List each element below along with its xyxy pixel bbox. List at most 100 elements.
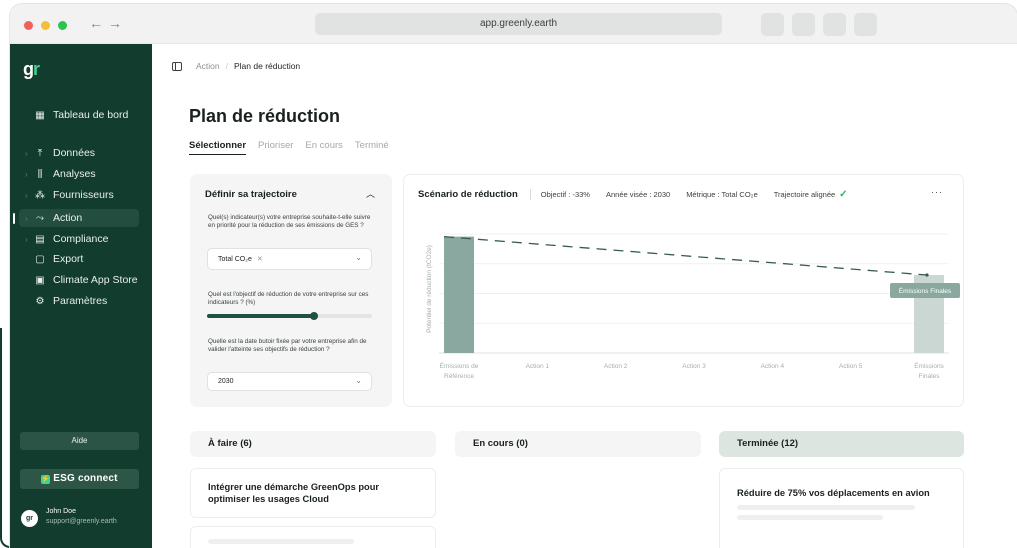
sidebar-toggle-icon[interactable] — [172, 61, 182, 71]
sidebar-item-fournisseurs[interactable]: › ⁂ Fournisseurs — [19, 186, 139, 204]
toolbar-button[interactable] — [761, 13, 784, 36]
x-tick-label: Émissions Finales — [914, 361, 944, 380]
toolbar-button[interactable] — [854, 13, 877, 36]
store-icon: ▣ — [35, 274, 45, 286]
chevron-down-icon: ⌄ — [355, 253, 362, 262]
sidebar-item-export[interactable]: ▢ Export — [19, 250, 139, 268]
action-card-placeholder[interactable] — [190, 526, 436, 548]
sidebar-item-label: Action — [53, 212, 83, 224]
indicator-select[interactable]: Total CO₂e ✕ ⌄ — [207, 248, 372, 270]
scenario-card: Scénario de réduction Objectif : -33% An… — [403, 174, 964, 407]
skeleton-line — [737, 505, 915, 510]
breadcrumb-separator: / — [225, 61, 228, 71]
scenario-objective: Objectif : -33% — [540, 190, 590, 199]
document-icon: ▤ — [35, 233, 45, 245]
sidebar-item-dashboard[interactable]: ▦ Tableau de bord — [19, 106, 139, 124]
minimize-dot-icon[interactable] — [41, 21, 50, 30]
tab-prioriser[interactable]: Prioriser — [258, 140, 293, 155]
slider-fill — [207, 314, 315, 318]
breadcrumb-parent[interactable]: Action — [196, 61, 220, 71]
trajectory-label: Trajectoire alignée — [773, 190, 836, 199]
logo[interactable]: gr — [23, 59, 40, 80]
avatar[interactable]: gr — [21, 510, 38, 527]
active-indicator — [13, 213, 15, 224]
sidebar-item-compliance[interactable]: › ▤ Compliance — [19, 230, 139, 248]
x-tick-label: Action 2 — [604, 363, 628, 370]
indicator-chip: Total CO₂e — [218, 256, 252, 263]
tab-termine[interactable]: Terminé — [355, 140, 389, 155]
chevron-right-icon: › — [25, 169, 28, 179]
breadcrumb: Action / Plan de réduction — [172, 61, 300, 71]
upload-icon: ⤒ — [37, 147, 43, 159]
tab-en-cours[interactable]: En cours — [305, 140, 343, 155]
objective-slider[interactable] — [207, 312, 372, 320]
tab-bar: Sélectionner Prioriser En cours Terminé — [189, 140, 389, 155]
reduction-chart: Potentiel de réduction (tCO2e) Émissions … — [426, 233, 960, 380]
esg-connect-button[interactable]: ⚡ ESG connect — [20, 469, 139, 489]
page-title: Plan de réduction — [189, 106, 341, 126]
chevron-down-icon: ⌄ — [355, 376, 362, 385]
browser-toolbar: ←→ app.greenly.earth — [10, 4, 1017, 44]
chevron-right-icon: › — [25, 213, 28, 223]
x-tick-label: Action 4 — [761, 363, 785, 370]
more-options-icon[interactable]: ··· — [931, 187, 943, 197]
help-button[interactable]: Aide — [20, 432, 139, 450]
maximize-dot-icon[interactable] — [58, 21, 67, 30]
column-todo-header[interactable]: À faire (6) — [190, 431, 436, 457]
action-card[interactable]: Intégrer une démarche GreenOps pour opti… — [190, 468, 436, 518]
skeleton-line — [737, 515, 883, 520]
scenario-title: Scénario de réduction — [418, 189, 518, 200]
slider-handle[interactable] — [310, 312, 319, 320]
toolbar-button[interactable] — [792, 13, 815, 36]
sidebar-item-label: Tableau de bord — [53, 109, 129, 121]
question-deadline: Quelle est la date butoir fixée par votr… — [208, 338, 367, 354]
user-email: support@greenly.earth — [46, 518, 117, 525]
annotation-label: Émissions Finales — [899, 286, 952, 295]
sidebar-item-label: Export — [53, 253, 84, 265]
x-tick-label: Action 5 — [839, 363, 863, 370]
scenario-header: Scénario de réduction Objectif : -33% An… — [418, 189, 848, 200]
done-action-card[interactable]: Réduire de 75% vos déplacements en avion — [719, 468, 964, 548]
back-forward-icon[interactable]: ←→ — [89, 15, 127, 31]
divider — [529, 189, 531, 200]
sidebar-item-action[interactable]: › ⤳ Action — [19, 209, 139, 227]
gear-icon: ⚙ — [35, 295, 45, 307]
bolt-icon: ⚡ — [41, 475, 51, 484]
chevron-right-icon: › — [25, 234, 28, 244]
question-objective: Quel est l'objectif de réduction de votr… — [208, 291, 369, 307]
sidebar-item-analyses[interactable]: › ⫼ Analyses — [19, 165, 139, 183]
chevron-right-icon: › — [25, 190, 28, 200]
sidebar-item-climate-app-store[interactable]: ▣ Climate App Store — [19, 271, 139, 289]
x-tick-label: Émissions de Référence — [440, 361, 479, 380]
remove-chip-icon[interactable]: ✕ — [257, 256, 263, 263]
sidebar-item-label: Compliance — [53, 233, 109, 245]
chevron-right-icon: › — [25, 148, 28, 158]
config-title: Définir sa trajectoire — [205, 189, 297, 200]
sidebar-item-donnees[interactable]: › ⤒ Données — [19, 144, 139, 162]
check-icon: ✓ — [839, 189, 848, 200]
sidebar: gr ▦ Tableau de bord › ⤒ Données › ⫼ Analy… — [10, 44, 152, 548]
browser-window: ←→ app.greenly.earth gr ▦ Tableau de bor… — [10, 4, 1017, 548]
sidebar-item-label: Paramètres — [53, 295, 108, 307]
chart-icon: ⫼ — [37, 168, 43, 180]
close-dot-icon[interactable] — [24, 21, 33, 30]
done-card-title: Réduire de 75% vos déplacements en avion — [737, 488, 930, 498]
column-in-progress-header[interactable]: En cours (0) — [455, 431, 701, 457]
question-indicator: Quel(s) indicateur(s) votre entreprise s… — [208, 214, 371, 230]
x-tick-label: Action 1 — [526, 363, 550, 370]
frame-decoration — [0, 328, 10, 548]
column-done-header[interactable]: Terminée (12) — [719, 431, 964, 457]
suppliers-icon: ⁂ — [35, 189, 45, 201]
year-select[interactable]: 2030 ⌄ — [207, 372, 372, 391]
sidebar-item-parametres[interactable]: ⚙ Paramètres — [19, 292, 139, 310]
user-name: John Doe — [46, 508, 76, 515]
url-bar[interactable]: app.greenly.earth — [315, 13, 722, 35]
chevron-up-icon[interactable]: ︿ — [366, 187, 375, 200]
main-content: Action / Plan de réduction Plan de réduc… — [152, 44, 1017, 548]
y-axis-label: Potentiel de réduction (tCO2e) — [426, 245, 433, 333]
esg-connect-label: ESG connect — [53, 473, 118, 484]
toolbar-button[interactable] — [823, 13, 846, 36]
grid-icon: ▦ — [35, 109, 45, 121]
tab-selectionner[interactable]: Sélectionner — [189, 140, 247, 155]
year-value: 2030 — [218, 378, 234, 385]
